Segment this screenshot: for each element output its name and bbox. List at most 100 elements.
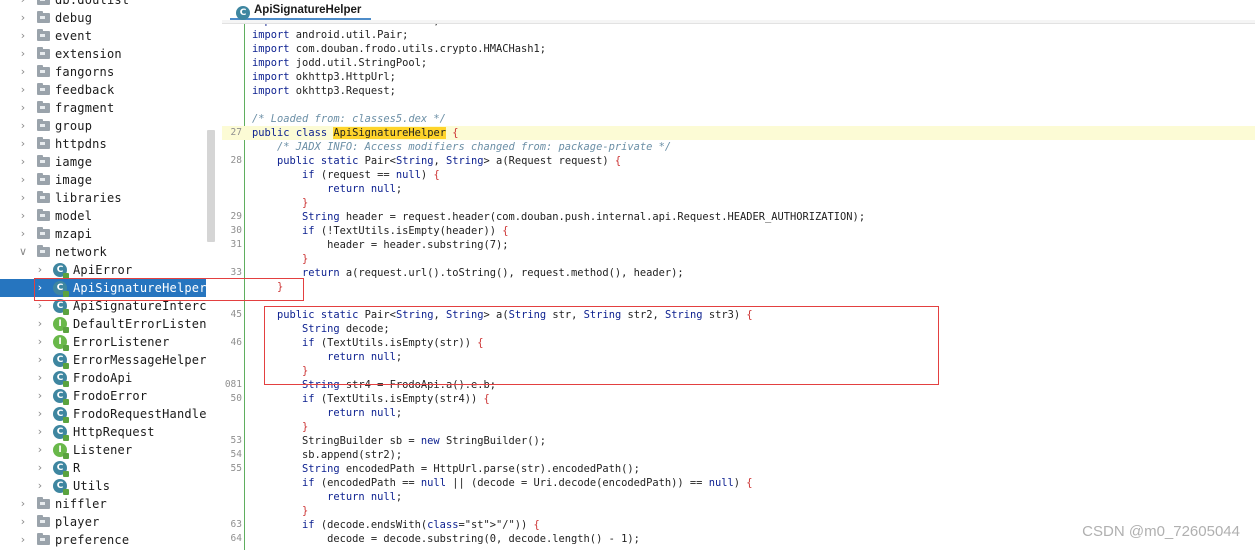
- code-line[interactable]: return null;: [222, 182, 1255, 196]
- tree-item-libraries[interactable]: › libraries: [0, 189, 206, 207]
- chevron-right-icon[interactable]: ›: [35, 441, 45, 459]
- chevron-right-icon[interactable]: ›: [35, 423, 45, 441]
- code-line[interactable]: 53 StringBuilder sb = new StringBuilder(…: [222, 434, 1255, 448]
- chevron-right-icon[interactable]: ›: [35, 369, 45, 387]
- tree-item-defaulterrorlistene[interactable]: › I DefaultErrorListene: [0, 315, 206, 333]
- tree-item-errormessagehelper[interactable]: › C ErrorMessageHelper: [0, 351, 206, 369]
- line-number: 64: [230, 533, 242, 544]
- tree-item-httprequest[interactable]: › C HttpRequest: [0, 423, 206, 441]
- code-text: if (encodedPath == null || (decode = Uri…: [302, 477, 753, 489]
- chevron-right-icon[interactable]: ›: [18, 495, 28, 513]
- chevron-right-icon[interactable]: ›: [18, 225, 28, 243]
- tree-item-r[interactable]: › C R: [0, 459, 206, 477]
- chevron-right-icon[interactable]: ›: [18, 207, 28, 225]
- chevron-right-icon[interactable]: ›: [35, 405, 45, 423]
- code-line[interactable]: 28 public static Pair<String, String> a(…: [222, 154, 1255, 168]
- chevron-right-icon[interactable]: ›: [35, 261, 45, 279]
- chevron-right-icon[interactable]: ›: [35, 315, 45, 333]
- chevron-right-icon[interactable]: ›: [18, 153, 28, 171]
- code-line[interactable]: [222, 98, 1255, 112]
- tree-item-player[interactable]: › player: [0, 513, 206, 531]
- class-icon: C: [53, 461, 69, 477]
- chevron-right-icon[interactable]: ›: [35, 459, 45, 477]
- tree-item-fragment[interactable]: › fragment: [0, 99, 206, 117]
- chevron-right-icon[interactable]: ›: [35, 477, 45, 495]
- chevron-right-icon[interactable]: ›: [18, 531, 28, 549]
- tree-item-httpdns[interactable]: › httpdns: [0, 135, 206, 153]
- tree-item-listener[interactable]: › I Listener: [0, 441, 206, 459]
- code-line[interactable]: 27 public class ApiSignatureHelper {: [222, 126, 1255, 140]
- code-line[interactable]: import jodd.util.StringPool;: [222, 56, 1255, 70]
- line-number: 63: [230, 519, 242, 530]
- editor-tab-label: ApiSignatureHelper: [254, 4, 362, 16]
- code-text: import okhttp3.HttpUrl;: [252, 71, 396, 83]
- tree-item-label: preference: [55, 533, 130, 547]
- tree-item-fangorns[interactable]: › fangorns: [0, 63, 206, 81]
- code-line[interactable]: 29 String header = request.header(com.do…: [222, 210, 1255, 224]
- tree-item-feedback[interactable]: › feedback: [0, 81, 206, 99]
- code-line[interactable]: }: [222, 196, 1255, 210]
- chevron-right-icon[interactable]: ›: [18, 0, 28, 9]
- tree-item-group[interactable]: › group: [0, 117, 206, 135]
- tree-item-utils[interactable]: › C Utils: [0, 477, 206, 495]
- tree-item-iamge[interactable]: › iamge: [0, 153, 206, 171]
- tree-item-extension[interactable]: › extension: [0, 45, 206, 63]
- chevron-right-icon[interactable]: ›: [35, 387, 45, 405]
- project-tree[interactable]: › db.doulist › debug › event › extension › fangor…: [0, 0, 216, 550]
- chevron-right-icon[interactable]: ›: [18, 27, 28, 45]
- tree-item-frodorequesthandler[interactable]: › C FrodoRequestHandler: [0, 405, 206, 423]
- chevron-right-icon[interactable]: ›: [18, 63, 28, 81]
- code-line[interactable]: return null;: [222, 490, 1255, 504]
- editor-tab[interactable]: C ApiSignatureHelper: [230, 0, 372, 20]
- code-line[interactable]: /* Loaded from: classes5.dex */: [222, 112, 1255, 126]
- code-line[interactable]: import com.douban.frodo.utils.crypto.HMA…: [222, 42, 1255, 56]
- chevron-right-icon[interactable]: ›: [18, 9, 28, 27]
- code-line[interactable]: }: [222, 280, 1255, 294]
- chevron-right-icon[interactable]: ›: [18, 171, 28, 189]
- tree-item-network[interactable]: ∨ network: [0, 243, 206, 261]
- tree-scrollbar[interactable]: [207, 130, 215, 242]
- tree-item-frodoapi[interactable]: › C FrodoApi: [0, 369, 206, 387]
- chevron-down-icon[interactable]: ∨: [18, 243, 28, 261]
- code-line[interactable]: 50 if (TextUtils.isEmpty(str4)) {: [222, 392, 1255, 406]
- tree-item-image[interactable]: › image: [0, 171, 206, 189]
- code-line[interactable]: 55 String encodedPath = HttpUrl.parse(st…: [222, 462, 1255, 476]
- code-line[interactable]: }: [222, 252, 1255, 266]
- chevron-right-icon[interactable]: ›: [18, 135, 28, 153]
- code-line[interactable]: }: [222, 420, 1255, 434]
- code-line[interactable]: return null;: [222, 406, 1255, 420]
- code-line[interactable]: if (request == null) {: [222, 168, 1255, 182]
- code-line[interactable]: if (encodedPath == null || (decode = Uri…: [222, 476, 1255, 490]
- chevron-right-icon[interactable]: ›: [18, 189, 28, 207]
- code-line[interactable]: import android.util.Pair;: [222, 28, 1255, 42]
- chevron-right-icon[interactable]: ›: [35, 351, 45, 369]
- chevron-right-icon[interactable]: ›: [18, 99, 28, 117]
- chevron-right-icon[interactable]: ›: [18, 45, 28, 63]
- code-editor[interactable]: C ApiSignatureHelper import android.text.…: [222, 0, 1255, 550]
- code-line[interactable]: /* JADX INFO: Access modifiers changed f…: [222, 140, 1255, 154]
- tree-item-debug[interactable]: › debug: [0, 9, 206, 27]
- tree-item-frodoerror[interactable]: › C FrodoError: [0, 387, 206, 405]
- tree-item-preference[interactable]: › preference: [0, 531, 206, 549]
- code-text: sb.append(str2);: [252, 449, 403, 461]
- tree-item-mzapi[interactable]: › mzapi: [0, 225, 206, 243]
- code-line[interactable]: 33 return a(request.url().toString(), re…: [222, 266, 1255, 280]
- tree-item-errorlistener[interactable]: › I ErrorListener: [0, 333, 206, 351]
- chevron-right-icon[interactable]: ›: [18, 513, 28, 531]
- code-text: if (!TextUtils.isEmpty(header)) {: [302, 225, 509, 237]
- code-line[interactable]: import okhttp3.Request;: [222, 84, 1255, 98]
- code-area[interactable]: import android.text.TextUtils;import and…: [222, 24, 1255, 550]
- tree-item-apierror[interactable]: › C ApiError: [0, 261, 206, 279]
- chevron-right-icon[interactable]: ›: [18, 117, 28, 135]
- code-line[interactable]: 31 header = header.substring(7);: [222, 238, 1255, 252]
- chevron-right-icon[interactable]: ›: [35, 333, 45, 351]
- code-line[interactable]: }: [222, 504, 1255, 518]
- tree-item-event[interactable]: › event: [0, 27, 206, 45]
- tree-item-niffler[interactable]: › niffler: [0, 495, 206, 513]
- code-line[interactable]: import okhttp3.HttpUrl;: [222, 70, 1255, 84]
- tree-item-model[interactable]: › model: [0, 207, 206, 225]
- code-line[interactable]: 30 if (!TextUtils.isEmpty(header)) {: [222, 224, 1255, 238]
- code-line[interactable]: 54 sb.append(str2);: [222, 448, 1255, 462]
- chevron-right-icon[interactable]: ›: [18, 81, 28, 99]
- tree-item-db-doulist[interactable]: › db.doulist: [0, 0, 206, 9]
